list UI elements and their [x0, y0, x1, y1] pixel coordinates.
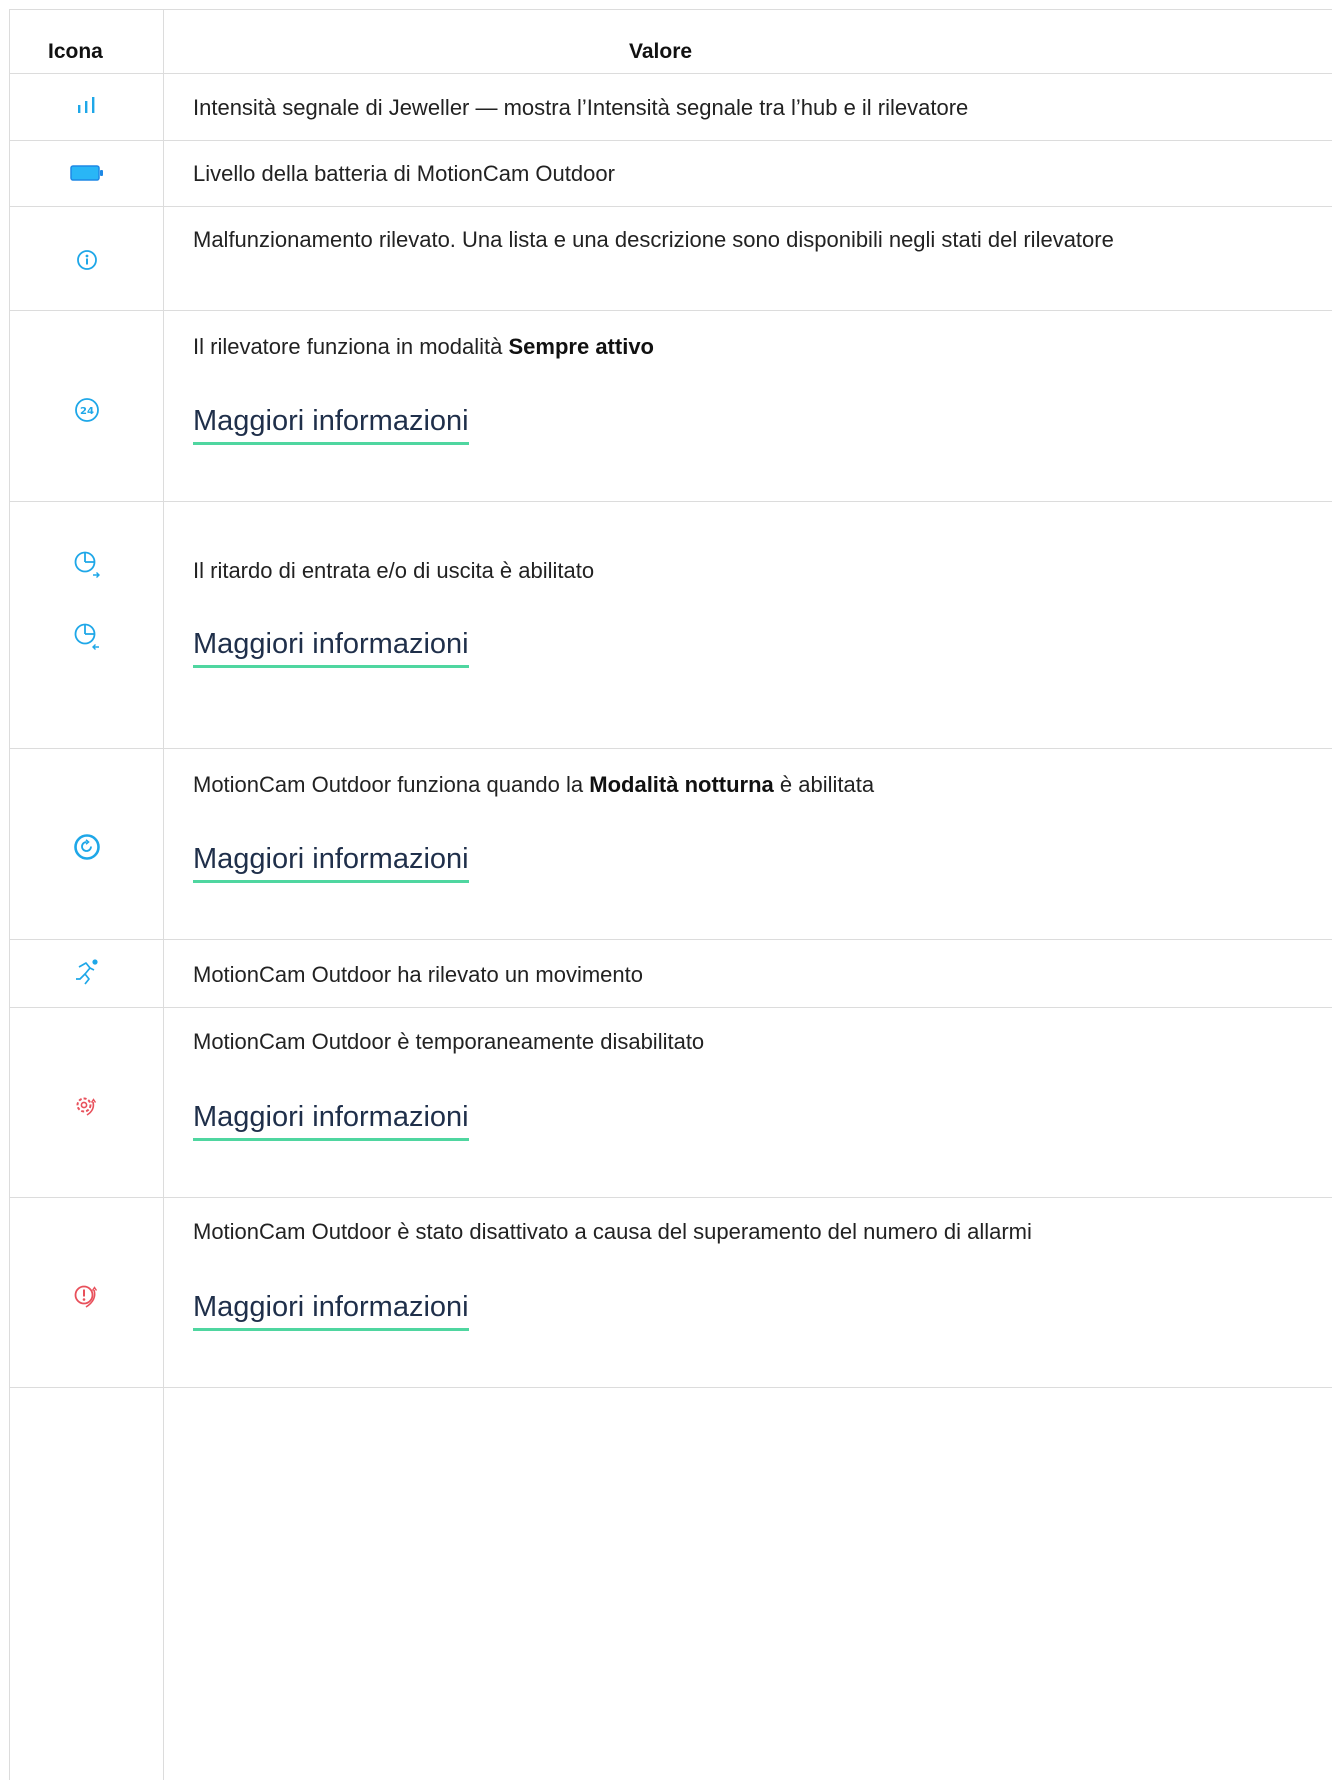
mode-name: Sempre attivo	[508, 334, 655, 359]
info-icon	[76, 250, 97, 270]
row-text: MotionCam Outdoor funziona quando la Mod…	[193, 772, 875, 797]
row-text: MotionCam Outdoor ha rilevato un movimen…	[193, 962, 643, 987]
more-info-link[interactable]: Maggiori informazioni	[193, 1289, 469, 1331]
table-header-row: Icona Valore	[10, 10, 1332, 74]
always-active-24-icon: 24	[74, 398, 99, 422]
night-mode-icon	[73, 834, 100, 860]
header-value-label: Valore	[629, 40, 693, 63]
more-info-link[interactable]: Maggiori informazioni	[193, 1099, 469, 1141]
table-row: Malfunzionamento rilevato. Una lista e u…	[10, 207, 1332, 311]
row-text: Il rilevatore funziona in modalità Sempr…	[193, 334, 655, 359]
row-text: MotionCam Outdoor è stato disattivato a …	[193, 1219, 1032, 1244]
row-text: Livello della batteria di MotionCam Outd…	[193, 161, 615, 186]
table-row: MotionCam Outdoor è temporaneamente disa…	[10, 1008, 1332, 1198]
row-text: Il ritardo di entrata e/o di uscita è ab…	[193, 558, 595, 583]
mode-name: Modalità notturna	[589, 772, 774, 797]
header-value-cell: Valore	[164, 10, 1332, 73]
table-row: MotionCam Outdoor ha rilevato un movimen…	[10, 940, 1332, 1008]
exit-delay-icon	[74, 551, 100, 578]
table-row: Intensità segnale di Jeweller — mostra l…	[10, 74, 1332, 141]
table-row: Il ritardo di entrata e/o di uscita è ab…	[10, 502, 1332, 749]
empty-icon-cell	[10, 1388, 164, 1780]
motion-detected-icon	[75, 959, 98, 985]
entry-delay-icon	[74, 623, 99, 650]
more-info-link[interactable]: Maggiori informazioni	[193, 841, 469, 883]
table-row: MotionCam Outdoor funziona quando la Mod…	[10, 749, 1332, 940]
more-info-link[interactable]: Maggiori informazioni	[193, 626, 469, 668]
header-icon-cell: Icona	[10, 10, 164, 73]
more-info-link[interactable]: Maggiori informazioni	[193, 403, 469, 445]
header-icon-label: Icona	[48, 40, 103, 63]
row-text: Malfunzionamento rilevato. Una lista e u…	[193, 227, 1114, 252]
battery-icon	[69, 165, 103, 181]
row-text: MotionCam Outdoor è temporaneamente disa…	[193, 1029, 705, 1054]
table-row: MotionCam Outdoor è stato disattivato a …	[10, 1198, 1332, 1388]
table-row: Livello della batteria di MotionCam Outd…	[10, 141, 1332, 207]
signal-strength-icon	[77, 97, 94, 113]
alarm-limit-disabled-icon	[74, 1285, 97, 1308]
table-row	[10, 1388, 1332, 1780]
svg-text:24: 24	[80, 406, 94, 417]
empty-value-cell	[164, 1388, 1332, 1780]
row-text: Intensità segnale di Jeweller — mostra l…	[193, 95, 969, 120]
temporarily-disabled-icon	[76, 1097, 96, 1116]
table-row: 24 Il rilevatore funziona in modalità Se…	[10, 311, 1332, 502]
status-icons-table: Icona Valore Intensità segnale di Jewell…	[9, 9, 1332, 1780]
